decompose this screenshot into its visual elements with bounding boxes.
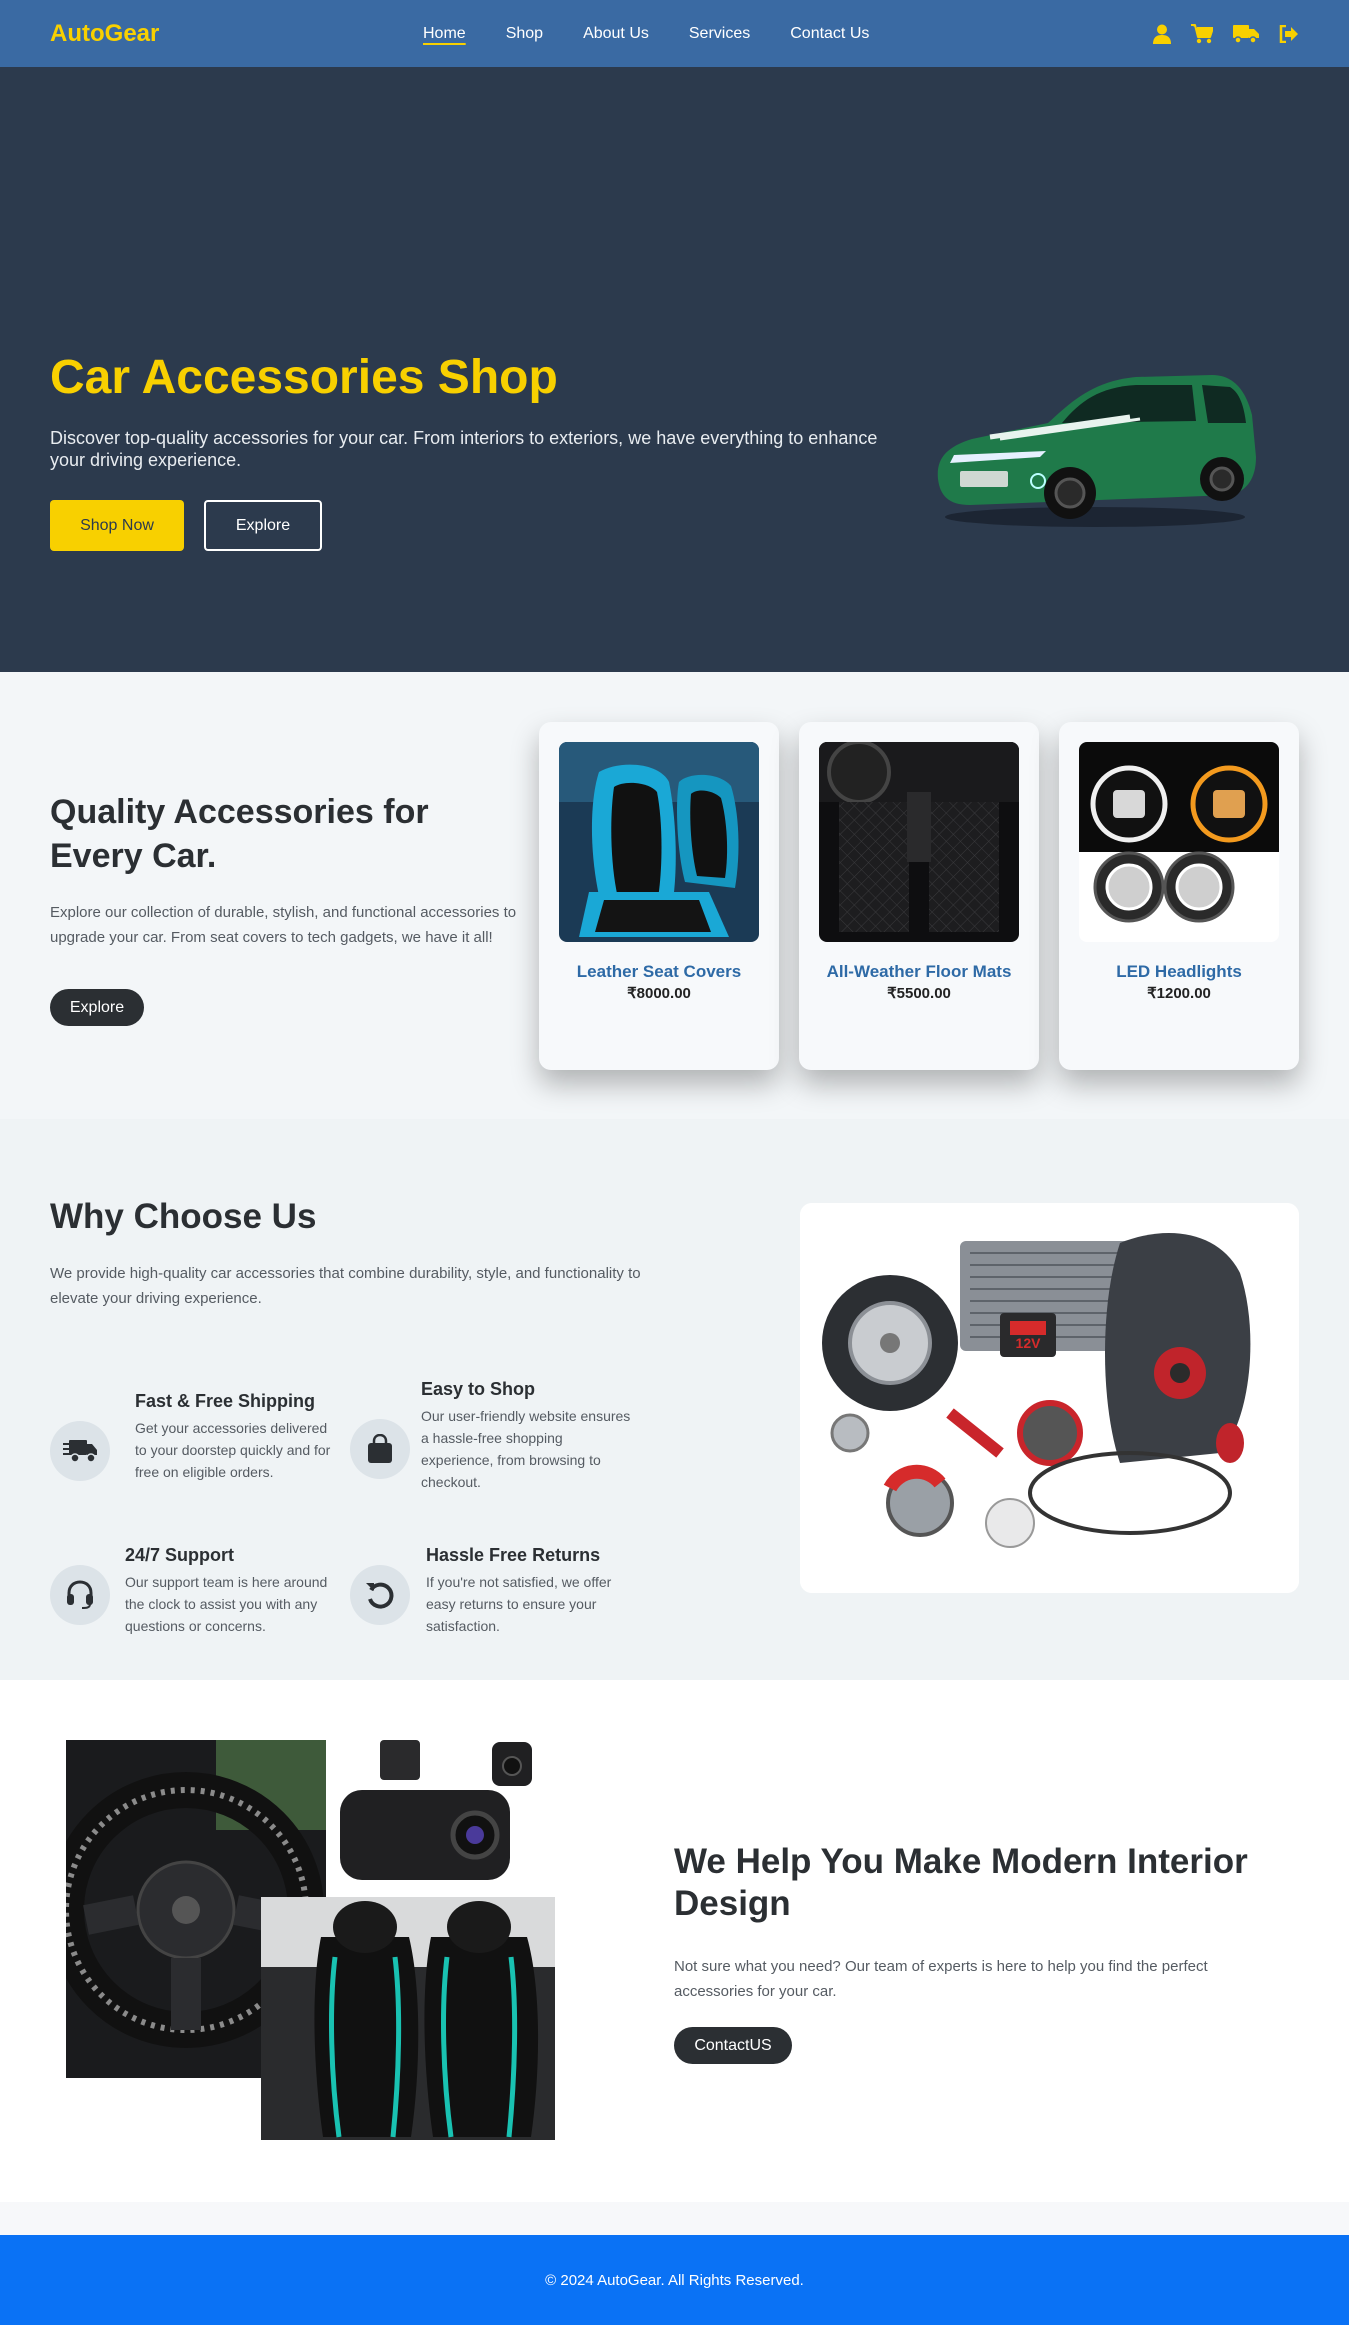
floor-mat-image xyxy=(819,742,1019,942)
site-logo[interactable]: AutoGear xyxy=(50,20,159,48)
truck-icon xyxy=(50,1421,110,1481)
main-nav: Home Shop About Us Services Contact Us xyxy=(423,0,869,67)
product-card[interactable]: LED Headlights ₹1200.00 xyxy=(1059,722,1299,1070)
product-price: ₹1200.00 xyxy=(1147,985,1211,1002)
why-description: We provide high-quality car accessories … xyxy=(50,1265,641,1307)
logout-icon[interactable] xyxy=(1279,24,1299,43)
seat-covers-interior-image xyxy=(261,1897,555,2140)
product-price: ₹8000.00 xyxy=(627,985,691,1002)
product-name[interactable]: Leather Seat Covers xyxy=(539,962,779,982)
headset-icon xyxy=(50,1565,110,1625)
feature-text: Our support team is here around the cloc… xyxy=(125,1574,328,1634)
battery-label: 12V xyxy=(1016,1335,1042,1351)
nav-link-services[interactable]: Services xyxy=(689,25,750,43)
feature-item: Easy to Shop Our user-friendly website e… xyxy=(350,1379,640,1499)
product-name[interactable]: LED Headlights xyxy=(1059,962,1299,982)
cart-icon[interactable] xyxy=(1191,23,1213,44)
why-choose-us-section: Why Choose Us We provide high-quality ca… xyxy=(0,1119,1349,1680)
interior-description: Not sure what you need? Our team of expe… xyxy=(674,1958,1208,2000)
quality-title: Quality Accessories for Every Car. xyxy=(50,793,429,875)
hero-car-image xyxy=(930,367,1260,537)
nav-link-shop[interactable]: Shop xyxy=(506,25,543,43)
user-icon[interactable] xyxy=(1153,24,1171,44)
nav-link-home[interactable]: Home xyxy=(423,25,466,43)
quality-section: Quality Accessories for Every Car. Explo… xyxy=(0,672,1349,1119)
product-card[interactable]: Leather Seat Covers ₹8000.00 xyxy=(539,722,779,1070)
feature-item: Fast & Free Shipping Get your accessorie… xyxy=(50,1391,340,1501)
feature-text: Get your accessories delivered to your d… xyxy=(135,1420,331,1480)
feature-title: Fast & Free Shipping xyxy=(135,1391,316,1411)
feature-title: 24/7 Support xyxy=(125,1545,235,1565)
interior-design-section: We Help You Make Modern Interior Design … xyxy=(0,1680,1349,2202)
product-card[interactable]: All-Weather Floor Mats ₹5500.00 xyxy=(799,722,1039,1070)
interior-title: We Help You Make Modern Interior Design xyxy=(674,1842,1248,1923)
feature-title: Hassle Free Returns xyxy=(426,1545,601,1565)
nav-icon-group xyxy=(1153,0,1299,67)
top-navbar: AutoGear Home Shop About Us Services Con… xyxy=(0,0,1349,67)
hero-section: Car Accessories Shop Discover top-qualit… xyxy=(0,67,1349,672)
feature-item: Hassle Free Returns If you're not satisf… xyxy=(350,1545,640,1655)
seat-cover-image xyxy=(559,742,759,942)
dashcam-image xyxy=(340,1740,555,1900)
site-footer: © 2024 AutoGear. All Rights Reserved. xyxy=(0,2235,1349,2325)
product-name[interactable]: All-Weather Floor Mats xyxy=(799,962,1039,982)
why-title: Why Choose Us xyxy=(50,1197,317,1236)
feature-title: Easy to Shop xyxy=(421,1379,536,1399)
product-price: ₹5500.00 xyxy=(887,985,951,1002)
quality-description: Explore our collection of durable, styli… xyxy=(50,904,517,946)
feature-text: If you're not satisfied, we offer easy r… xyxy=(426,1574,612,1634)
truck-icon[interactable] xyxy=(1233,24,1259,44)
car-parts-image: 12V xyxy=(800,1203,1299,1593)
hero-title: Car Accessories Shop xyxy=(50,351,558,404)
shopping-bag-icon xyxy=(350,1419,410,1479)
hero-explore-button[interactable]: Explore xyxy=(204,500,322,551)
nav-link-about-us[interactable]: About Us xyxy=(583,25,649,43)
contact-us-button[interactable]: ContactUS xyxy=(674,2027,792,2064)
hero-description: Discover top-quality accessories for you… xyxy=(50,428,878,470)
quality-explore-button[interactable]: Explore xyxy=(50,989,144,1026)
feature-text: Our user-friendly website ensures a hass… xyxy=(421,1408,631,1490)
copyright-text: © 2024 AutoGear. All Rights Reserved. xyxy=(545,2271,804,2289)
section-spacer xyxy=(0,2202,1349,2235)
nav-link-contact-us[interactable]: Contact Us xyxy=(790,25,869,43)
feature-item: 24/7 Support Our support team is here ar… xyxy=(50,1545,340,1655)
shop-now-button[interactable]: Shop Now xyxy=(50,500,184,551)
led-headlights-image xyxy=(1079,742,1279,942)
return-icon xyxy=(350,1565,410,1625)
